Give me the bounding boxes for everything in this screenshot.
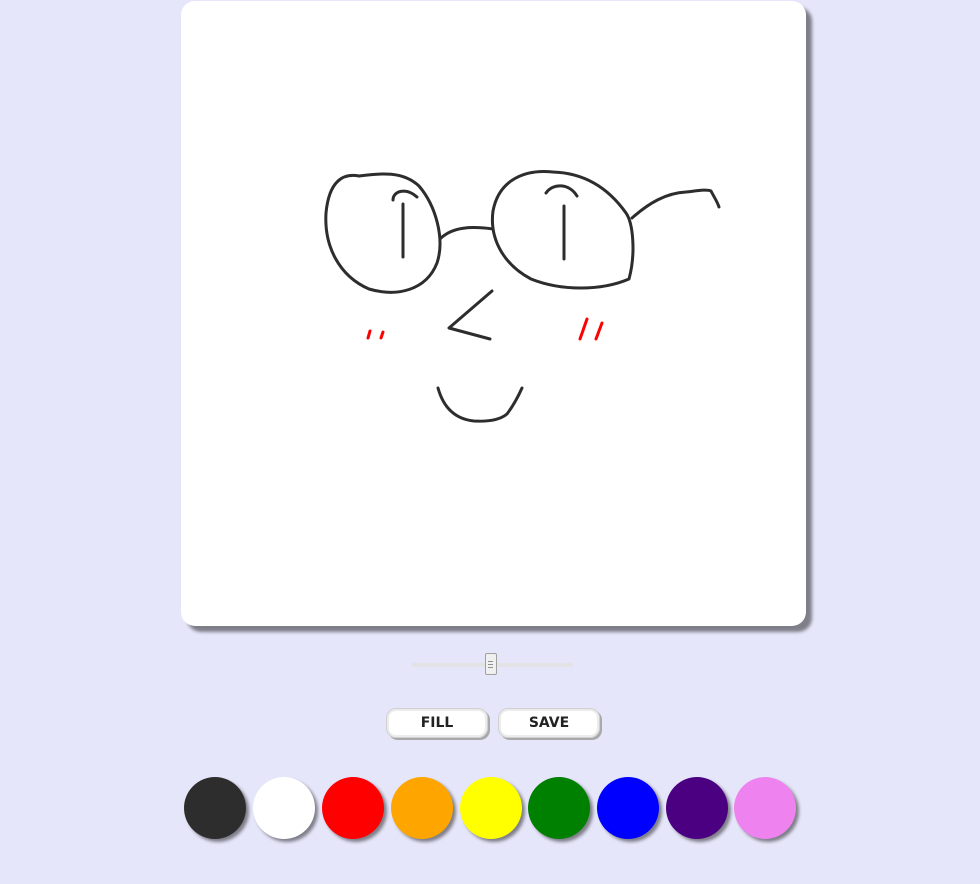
color-swatch-yellow[interactable] <box>460 777 522 839</box>
fill-button[interactable]: FILL <box>386 708 488 738</box>
color-swatch-blue[interactable] <box>597 777 659 839</box>
color-swatch-white[interactable] <box>253 777 315 839</box>
color-swatch-violet[interactable] <box>734 777 796 839</box>
stroke-blush-right-2 <box>594 321 604 341</box>
drawing-layer <box>324 170 721 423</box>
brush-size-slider[interactable] <box>412 653 573 677</box>
stroke-left-lens <box>324 172 442 294</box>
color-swatch-indigo[interactable] <box>666 777 728 839</box>
stroke-left-eyebrow <box>391 189 419 202</box>
save-button[interactable]: SAVE <box>498 708 600 738</box>
stroke-right-eyebrow <box>544 184 579 198</box>
color-swatch-black[interactable] <box>184 777 246 839</box>
stroke-nose <box>447 289 494 341</box>
color-swatch-green[interactable] <box>528 777 590 839</box>
color-swatch-red[interactable] <box>322 777 384 839</box>
drawing-canvas[interactable] <box>181 1 806 626</box>
stroke-blush-left-1 <box>366 329 372 340</box>
stroke-mouth <box>436 386 524 423</box>
stroke-temple-arm <box>630 188 721 220</box>
stroke-bridge <box>439 226 495 240</box>
color-swatch-orange[interactable] <box>391 777 453 839</box>
stroke-blush-left-2 <box>379 330 385 340</box>
slider-thumb[interactable] <box>484 653 497 675</box>
stroke-blush-right-1 <box>578 317 589 341</box>
